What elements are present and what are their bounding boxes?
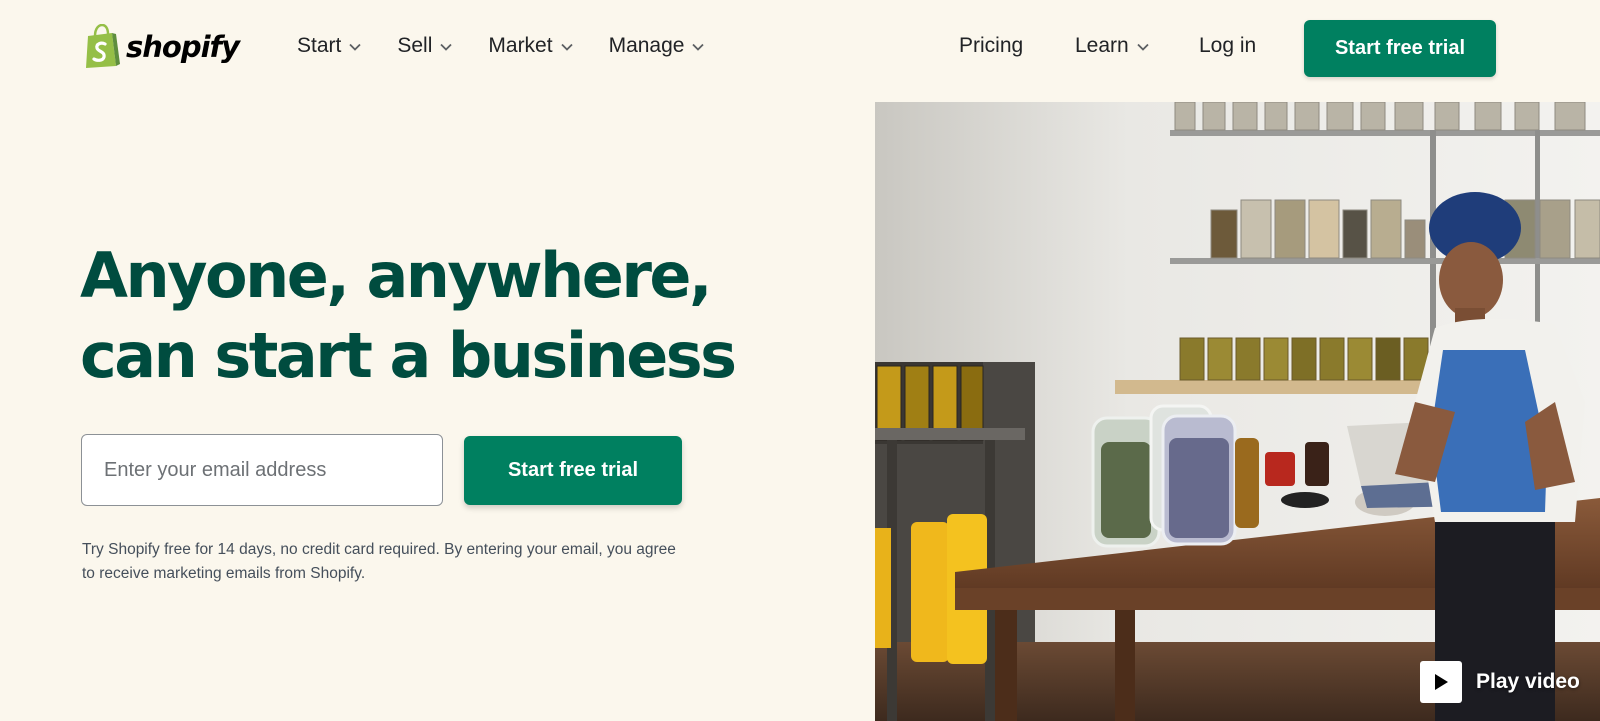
nav-market-label: Market xyxy=(488,34,553,57)
headline-line-2: can start a business xyxy=(80,319,737,392)
shopify-logo[interactable]: shopify xyxy=(82,24,240,70)
nav-sell[interactable]: Sell xyxy=(397,34,453,58)
trial-disclaimer: Try Shopify free for 14 days, no credit … xyxy=(82,541,676,582)
email-input[interactable] xyxy=(81,434,443,506)
chevron-down-icon xyxy=(440,43,453,51)
nav-manage-label: Manage xyxy=(608,34,685,57)
nav-start-label: Start xyxy=(297,34,342,57)
start-free-trial-hero-button[interactable]: Start free trial xyxy=(464,436,682,505)
chevron-down-icon xyxy=(349,43,361,51)
play-icon xyxy=(1435,674,1448,690)
shopping-bag-logo-icon xyxy=(86,24,120,68)
play-icon-box xyxy=(1420,661,1462,703)
nav-sell-label: Sell xyxy=(397,34,433,57)
workshop-scene-illustration xyxy=(875,102,1600,721)
hero-photo xyxy=(875,102,1600,721)
nav-learn-label: Learn xyxy=(1075,34,1129,57)
nav-market[interactable]: Market xyxy=(488,34,573,58)
chevron-down-icon xyxy=(692,43,705,51)
headline-line-1: Anyone, anywhere, xyxy=(80,239,713,312)
primary-nav: Start Sell Market Manage xyxy=(297,34,740,58)
hero-headline: Anyone, anywhere, can start a business xyxy=(80,236,800,396)
chevron-down-icon xyxy=(1137,43,1149,51)
top-navigation: shopify Start Sell Market Manage Pricing… xyxy=(0,0,1600,100)
brand-wordmark: shopify xyxy=(126,30,240,64)
nav-manage[interactable]: Manage xyxy=(609,34,705,58)
nav-start[interactable]: Start xyxy=(297,34,361,58)
nav-login[interactable]: Log in xyxy=(1199,34,1256,58)
play-video-label: Play video xyxy=(1476,670,1580,693)
nav-pricing[interactable]: Pricing xyxy=(959,34,1023,58)
chevron-down-icon xyxy=(560,43,573,51)
start-free-trial-header-button[interactable]: Start free trial xyxy=(1304,20,1496,77)
nav-learn[interactable]: Learn xyxy=(1075,34,1149,58)
play-video-button[interactable]: Play video xyxy=(1420,661,1580,703)
